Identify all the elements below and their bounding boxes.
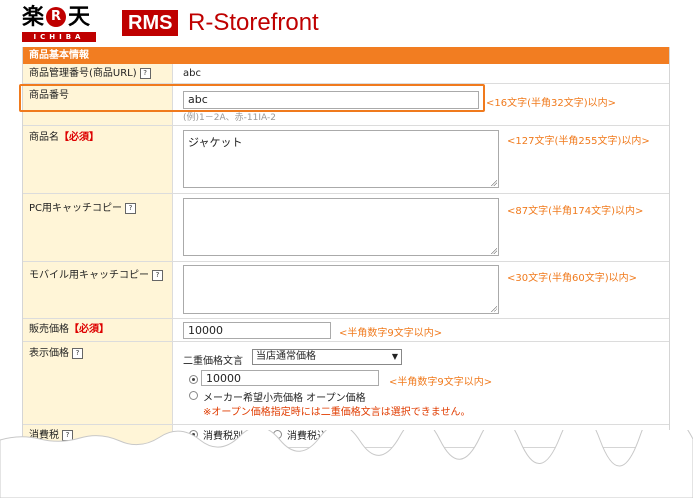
logo-kanji-right: 天 <box>68 4 91 30</box>
item-number-limit: <16文字(半角32文字)以内> <box>486 98 617 109</box>
help-icon[interactable]: ? <box>139 67 151 79</box>
required-mark: 【必須】 <box>69 324 109 335</box>
logo-ichiba: ICHIBA <box>22 32 96 42</box>
rakuten-logo: 楽 R 天 ICHIBA <box>22 4 104 44</box>
dual-price-selected: 当店通常価格 <box>256 351 316 362</box>
item-name-text: ジャケット <box>188 136 243 149</box>
row-sale-price: 販売価格【必須】 10000 <半角数字9文字以内> <box>23 319 669 342</box>
mobile-catch-textarea[interactable] <box>183 265 499 314</box>
label-display-price: 表示価格 <box>29 348 69 359</box>
radio-price-value[interactable] <box>189 375 198 384</box>
help-icon[interactable]: ? <box>72 347 83 359</box>
item-name-limit: <127文字(半角255文字)以内> <box>507 136 650 147</box>
rms-badge: RMS <box>122 10 179 36</box>
header: 楽 R 天 ICHIBA RMS R-Storefront <box>22 4 682 44</box>
logo-r-mark: R <box>46 7 67 27</box>
resize-grip-icon[interactable] <box>490 179 497 186</box>
open-price-warning: ※オープン価格指定時には二重価格文言は選択できません。 <box>203 407 471 418</box>
radio-open-price[interactable] <box>189 391 198 400</box>
label-pc-catch: PC用キャッチコピー <box>29 203 123 214</box>
label-sale-price: 販売価格 <box>29 324 69 335</box>
display-price-input[interactable]: 10000 <box>201 370 379 386</box>
item-name-textarea[interactable]: ジャケット <box>183 130 499 188</box>
manage-number-value: abc <box>183 68 201 79</box>
sale-price-input[interactable]: 10000 <box>183 322 331 339</box>
resize-grip-icon[interactable] <box>490 247 497 254</box>
highlight-frame <box>19 84 485 112</box>
help-icon[interactable]: ? <box>152 269 163 281</box>
label-manage-number: 商品管理番号(商品URL) <box>29 68 137 79</box>
row-pc-catch: PC用キャッチコピー? <87文字(半角174文字)以内> <box>23 194 669 262</box>
label-mobile-catch: モバイル用キャッチコピー <box>29 270 149 281</box>
section-title: 商品基本情報 <box>23 47 669 64</box>
rms-title: R-Storefront <box>188 9 319 36</box>
label-item-name: 商品名 <box>29 132 59 143</box>
dual-price-label: 二重価格文言 <box>183 356 243 367</box>
pc-catch-limit: <87文字(半角174文字)以内> <box>507 206 644 217</box>
torn-edge <box>0 430 693 498</box>
required-mark: 【必須】 <box>59 132 99 143</box>
dropdown-arrow-icon: ▼ <box>391 352 398 361</box>
resize-grip-icon[interactable] <box>490 305 497 312</box>
row-manage-number: 商品管理番号(商品URL)? abc <box>23 64 669 84</box>
open-price-label: メーカー希望小売価格 オープン価格 <box>203 393 366 404</box>
help-icon[interactable]: ? <box>125 202 137 214</box>
logo-kanji-left: 楽 <box>22 4 45 30</box>
sale-price-limit: <半角数字9文字以内> <box>339 328 443 339</box>
mobile-catch-limit: <30文字(半角60文字)以内> <box>507 273 638 284</box>
row-mobile-catch: モバイル用キャッチコピー? <30文字(半角60文字)以内> <box>23 262 669 319</box>
pc-catch-textarea[interactable] <box>183 198 499 256</box>
display-price-limit: <半角数字9文字以内> <box>389 377 493 388</box>
row-item-name: 商品名【必須】 ジャケット <127文字(半角255文字)以内> <box>23 126 669 194</box>
dual-price-select[interactable]: 当店通常価格 ▼ <box>252 349 402 365</box>
